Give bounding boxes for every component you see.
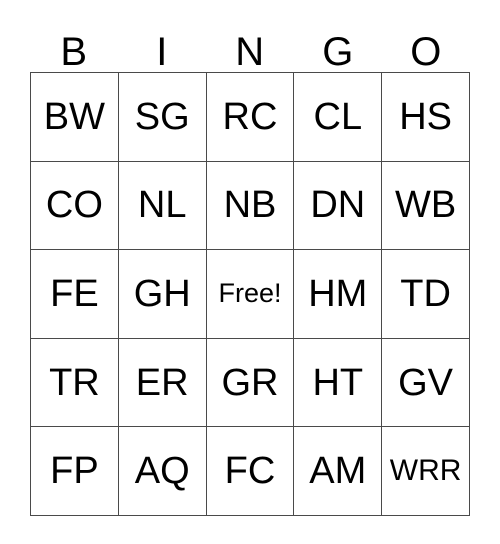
bingo-cell-n2[interactable]: NB bbox=[206, 161, 295, 251]
bingo-row-1: BW SG RC CL HS bbox=[31, 73, 470, 162]
bingo-cell-g3[interactable]: HM bbox=[294, 250, 383, 339]
bingo-cell-i1[interactable]: SG bbox=[118, 73, 207, 162]
bingo-cell-b2[interactable]: CO bbox=[31, 161, 119, 251]
bingo-cell-g2[interactable]: DN bbox=[294, 161, 383, 251]
bingo-card: B I N G O BW SG RC CL HS CO NL NB DN WB … bbox=[30, 14, 470, 516]
bingo-cell-o3[interactable]: TD bbox=[382, 250, 470, 339]
bingo-cell-i3[interactable]: GH bbox=[118, 250, 207, 339]
bingo-header-letter-o: O bbox=[410, 30, 442, 74]
bingo-cell-o1[interactable]: HS bbox=[382, 73, 470, 162]
bingo-cell-b5[interactable]: FP bbox=[31, 427, 119, 516]
bingo-cell-i5[interactable]: AQ bbox=[118, 427, 207, 516]
bingo-header-letter-i: I bbox=[156, 30, 168, 74]
bingo-cell-g1[interactable]: CL bbox=[294, 73, 383, 162]
bingo-grid: BW SG RC CL HS CO NL NB DN WB FE GH Free… bbox=[30, 72, 470, 516]
bingo-cell-o2[interactable]: WB bbox=[382, 161, 470, 251]
bingo-cell-o5[interactable]: WRR bbox=[382, 427, 470, 516]
bingo-cell-b3[interactable]: FE bbox=[31, 250, 119, 339]
bingo-row-5: FP AQ FC AM WRR bbox=[31, 427, 470, 516]
bingo-cell-g4[interactable]: HT bbox=[294, 338, 383, 428]
bingo-row-2: CO NL NB DN WB bbox=[31, 161, 470, 251]
bingo-cell-n1[interactable]: RC bbox=[206, 73, 295, 162]
bingo-cell-b4[interactable]: TR bbox=[31, 338, 119, 428]
bingo-cell-n4[interactable]: GR bbox=[206, 338, 295, 428]
bingo-header-letter-n: N bbox=[235, 30, 265, 74]
bingo-cell-g5[interactable]: AM bbox=[294, 427, 383, 516]
bingo-row-3: FE GH Free! HM TD bbox=[31, 250, 470, 339]
bingo-header-row: B I N G O bbox=[30, 14, 470, 72]
bingo-cell-o4[interactable]: GV bbox=[382, 338, 470, 428]
bingo-cell-i4[interactable]: ER bbox=[118, 338, 207, 428]
bingo-header-letter-b: B bbox=[60, 30, 88, 74]
bingo-cell-n5[interactable]: FC bbox=[206, 427, 295, 516]
bingo-row-4: TR ER GR HT GV bbox=[31, 338, 470, 428]
bingo-cell-i2[interactable]: NL bbox=[118, 161, 207, 251]
bingo-cell-b1[interactable]: BW bbox=[31, 73, 119, 162]
bingo-cell-free-space[interactable]: Free! bbox=[206, 250, 295, 339]
bingo-header-letter-g: G bbox=[322, 30, 354, 74]
